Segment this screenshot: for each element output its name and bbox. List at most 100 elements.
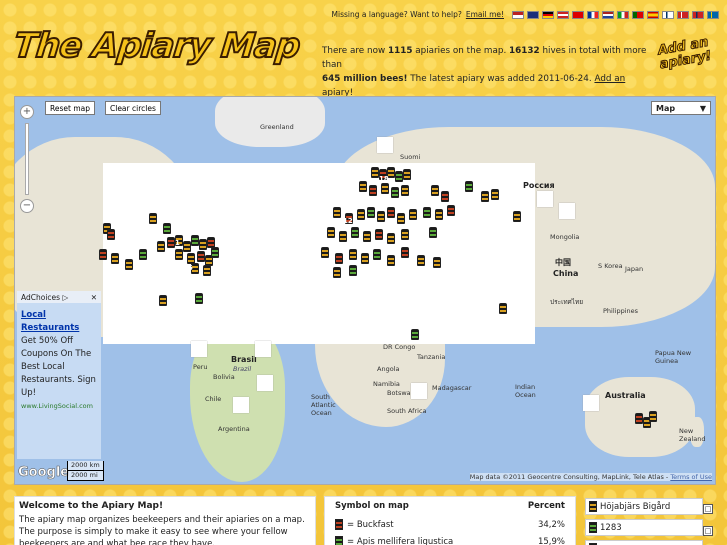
hive-marker[interactable] [395,171,403,182]
empty-marker[interactable] [191,341,207,357]
hive-marker[interactable] [203,265,211,276]
empty-marker[interactable] [583,395,599,411]
hive-marker[interactable] [401,229,409,240]
ad-title-line1[interactable]: Local [21,309,97,322]
terms-link[interactable]: Terms of Use [670,473,712,481]
empty-marker[interactable] [377,137,393,153]
email-link[interactable]: Email me! [466,10,504,19]
empty-marker[interactable] [559,203,575,219]
hive-marker[interactable] [411,329,419,340]
hive-marker[interactable] [447,205,455,216]
hive-marker[interactable] [481,191,489,202]
hive-marker[interactable] [417,255,425,266]
it-flag-icon[interactable] [617,10,629,19]
ad-close-icon[interactable]: ✕ [91,293,97,302]
cluster-count[interactable]: 12 [343,217,353,225]
hive-marker[interactable] [375,229,383,240]
uk-flag-icon[interactable] [527,10,539,19]
zoom-slider[interactable] [25,123,29,195]
hive-marker[interactable] [139,249,147,260]
hive-marker[interactable] [199,239,207,250]
hive-marker[interactable] [401,247,409,258]
hive-marker[interactable] [435,209,443,220]
hive-marker[interactable] [175,249,183,260]
legend-checkbox[interactable]: □ [703,504,713,514]
hive-marker[interactable] [373,249,381,260]
hive-marker[interactable] [387,207,395,218]
hive-marker[interactable] [499,303,507,314]
at-flag-icon[interactable] [557,10,569,19]
clear-circles-button[interactable]: Clear circles [105,101,161,115]
ch-flag-icon[interactable] [572,10,584,19]
world-map[interactable]: Greenland Suomi Россия Mongolia 中国 China… [14,96,716,485]
hive-marker[interactable] [349,249,357,260]
hive-marker[interactable] [387,233,395,244]
hive-marker[interactable] [491,189,499,200]
hive-marker[interactable] [371,167,379,178]
hive-marker[interactable] [339,231,347,242]
hive-marker[interactable] [333,267,341,278]
hive-marker[interactable] [465,181,473,192]
adchoices-label[interactable]: AdChoices ▷ [21,293,68,302]
hive-marker[interactable] [429,227,437,238]
hive-marker[interactable] [397,213,405,224]
us-flag-icon[interactable] [512,10,524,19]
hive-marker[interactable] [125,259,133,270]
legend-item[interactable]: Höjabjärs Bigård [585,498,703,515]
hive-marker[interactable] [335,253,343,264]
hive-marker[interactable] [635,413,643,424]
hive-marker[interactable] [441,191,449,202]
hive-marker[interactable] [369,185,377,196]
fi-flag-icon[interactable] [662,10,674,19]
hive-marker[interactable] [163,223,171,234]
empty-marker[interactable] [257,375,273,391]
no-flag-icon[interactable] [692,10,704,19]
cluster-count[interactable]: 2 [359,199,364,207]
hive-marker[interactable] [183,241,191,252]
empty-marker[interactable] [233,397,249,413]
hive-marker[interactable] [649,411,657,422]
cluster-count[interactable]: 1 [175,239,180,247]
hive-marker[interactable] [391,187,399,198]
hive-marker[interactable] [351,227,359,238]
hive-marker[interactable] [197,251,205,262]
hive-marker[interactable] [333,207,341,218]
de-flag-icon[interactable] [542,10,554,19]
reset-map-button[interactable]: Reset map [45,101,95,115]
hive-marker[interactable] [321,247,329,258]
empty-marker[interactable] [411,383,427,399]
hive-marker[interactable] [403,169,411,180]
dk-flag-icon[interactable] [677,10,689,19]
cluster-count[interactable]: 18 [379,175,389,183]
hive-marker[interactable] [357,209,365,220]
hive-marker[interactable] [157,241,165,252]
legend-checkbox[interactable]: □ [703,526,713,536]
hive-marker[interactable] [401,185,409,196]
hive-marker[interactable] [327,227,335,238]
ad-title-line2[interactable]: Restaurants [21,322,97,335]
advertisement[interactable]: AdChoices ▷ ✕ Local Restaurants Get 50% O… [17,291,101,459]
cluster-count[interactable]: 16 [183,264,193,272]
ad-url[interactable]: www.LivingSocial.com [21,400,97,413]
hive-marker[interactable] [167,237,175,248]
hive-marker[interactable] [361,253,369,264]
se-flag-icon[interactable] [707,10,719,19]
hive-marker[interactable] [107,229,115,240]
hive-marker[interactable] [211,247,219,258]
hive-marker[interactable] [99,249,107,260]
map-type-select[interactable]: Map ▼ [651,101,711,115]
hive-marker[interactable] [513,211,521,222]
legend-item[interactable] [585,540,703,545]
zoom-in-button[interactable]: + [20,105,34,119]
empty-marker[interactable] [255,341,271,357]
hive-marker[interactable] [423,207,431,218]
hive-marker[interactable] [149,213,157,224]
hive-marker[interactable] [111,253,119,264]
hive-marker[interactable] [191,235,199,246]
fr-flag-icon[interactable] [587,10,599,19]
hive-marker[interactable] [359,181,367,192]
hive-marker[interactable] [363,231,371,242]
hive-marker[interactable] [349,265,357,276]
hive-marker[interactable] [159,295,167,306]
zoom-out-button[interactable]: − [20,199,34,213]
